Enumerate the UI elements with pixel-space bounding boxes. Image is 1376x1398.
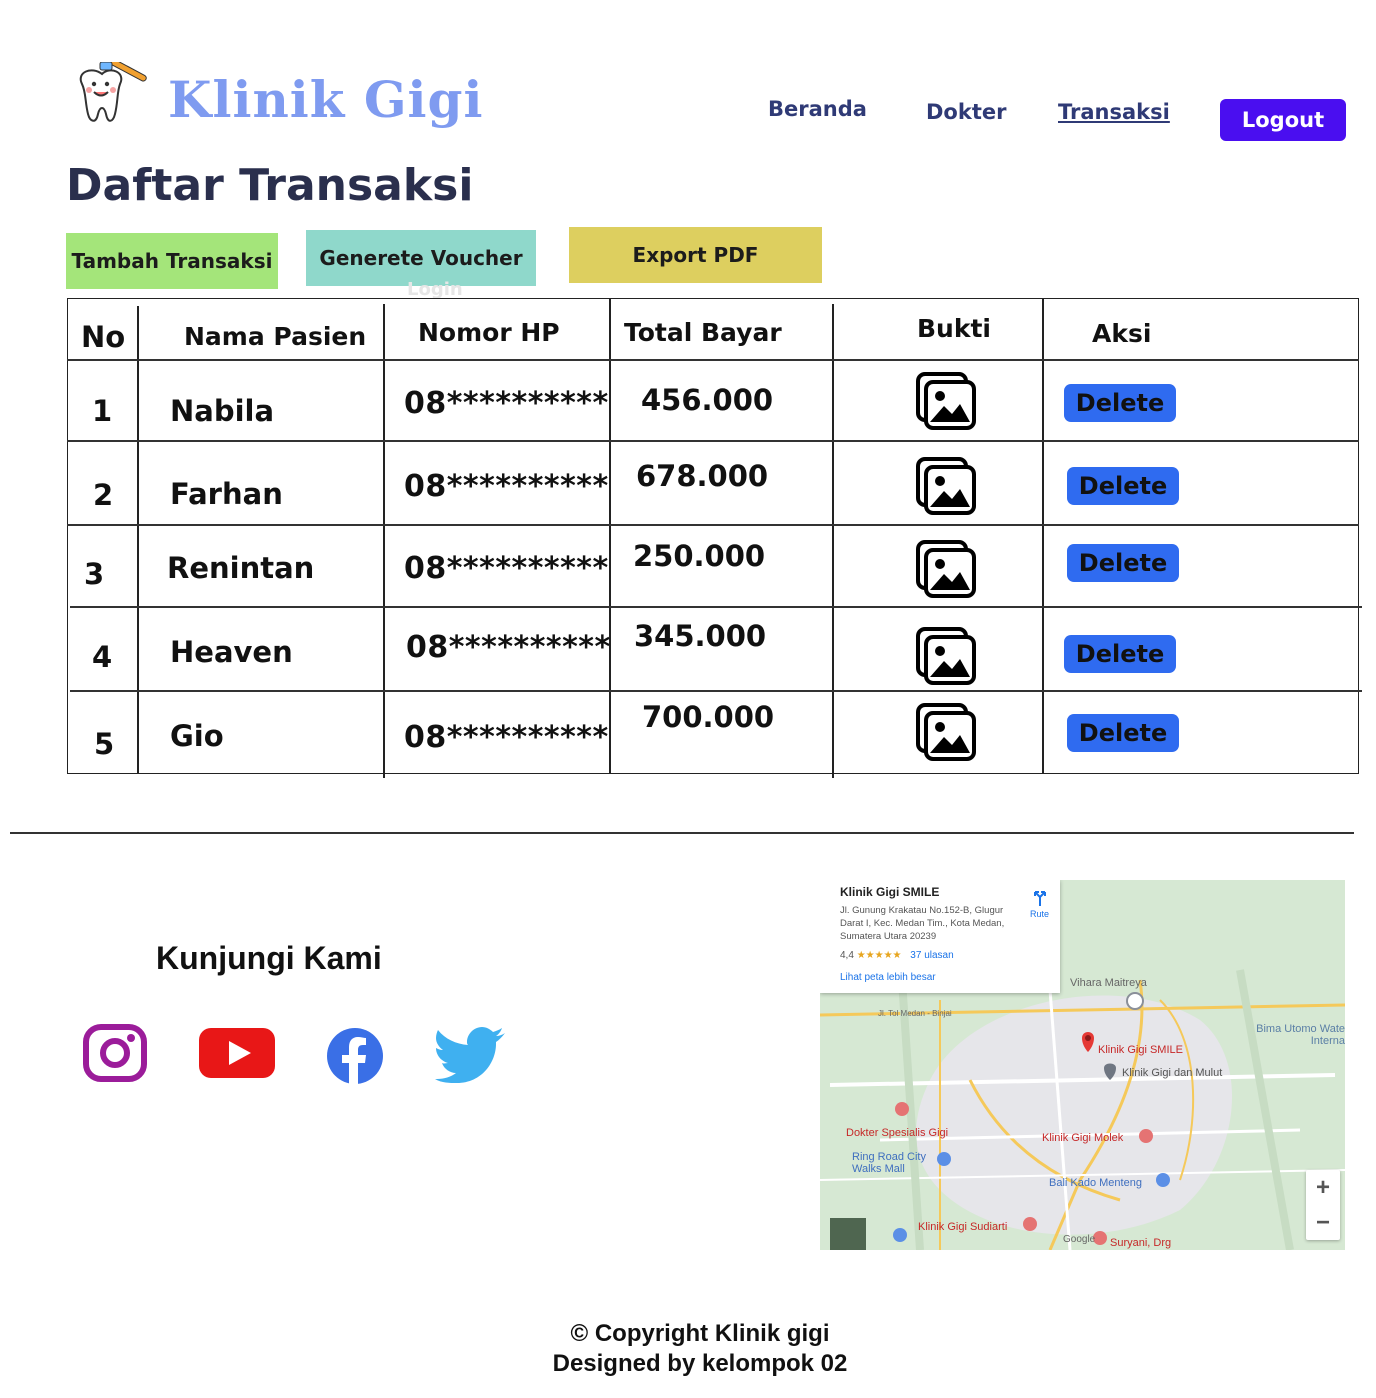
delete-button[interactable]: Delete <box>1067 467 1179 505</box>
row-number: 3 <box>84 557 105 591</box>
directions-icon[interactable] <box>1032 888 1048 910</box>
copyright-text: © Copyright Klinik gigi <box>570 1320 830 1347</box>
nav-transaksi[interactable]: Transaksi <box>1058 100 1170 124</box>
row-number: 1 <box>92 394 113 428</box>
facebook-icon[interactable] <box>326 1027 384 1089</box>
zoom-in-button[interactable]: + <box>1306 1170 1340 1205</box>
row-number: 4 <box>92 640 113 674</box>
image-proof-icon[interactable] <box>916 372 978 432</box>
place-info-card: Klinik Gigi SMILE Jl. Gunung Krakatau No… <box>820 880 1060 993</box>
header-action: Aksi <box>1092 319 1152 348</box>
patient-name: Heaven <box>170 635 293 669</box>
delete-button[interactable]: Delete <box>1064 635 1176 673</box>
tooth-logo-icon <box>70 57 150 130</box>
route-label[interactable]: Rute <box>1030 909 1049 919</box>
place-rating: 4,4 ★★★★★ 37 ulasan <box>840 950 954 961</box>
nav-beranda[interactable]: Beranda <box>768 97 867 121</box>
patient-name: Gio <box>170 719 224 753</box>
table-divider <box>67 524 1359 526</box>
visit-us-title: Kunjungi Kami <box>156 940 382 976</box>
map-label: Klinik Gigi dan Mulut <box>1122 1067 1223 1079</box>
larger-map-link[interactable]: Lihat peta lebih besar <box>840 972 936 983</box>
header-total: Total Bayar <box>624 318 782 347</box>
total-paid: 456.000 <box>641 383 774 417</box>
generate-voucher-button[interactable]: Generete Voucher <box>306 230 536 286</box>
location-map[interactable]: Klinik Gigi SMILE Jl. Gunung Krakatau No… <box>820 880 1345 1250</box>
reviews-link[interactable]: 37 ulasan <box>910 950 953 961</box>
table-divider <box>609 298 611 774</box>
table-divider <box>67 359 1359 361</box>
table-divider <box>70 606 1362 608</box>
place-name: Klinik Gigi SMILE <box>840 885 940 899</box>
map-label: Jl. Tol Medan - Binjai <box>878 1009 952 1018</box>
patient-name: Nabila <box>170 394 275 428</box>
total-paid: 678.000 <box>636 459 769 493</box>
table-divider <box>137 306 139 774</box>
twitter-icon[interactable] <box>435 1027 507 1087</box>
add-transaction-button[interactable]: Tambah Transaksi <box>66 233 278 289</box>
patient-phone: 08********** <box>404 551 609 586</box>
youtube-icon[interactable] <box>199 1028 277 1084</box>
table-divider <box>832 304 834 778</box>
footer-divider <box>10 832 1354 834</box>
image-proof-icon[interactable] <box>916 627 978 687</box>
map-label: Vihara Maitreya <box>1070 977 1147 989</box>
patient-name: Farhan <box>170 477 283 511</box>
patient-name: Renintan <box>167 551 315 585</box>
table-divider <box>67 440 1359 442</box>
map-label: Bali Kado Menteng <box>1049 1177 1142 1189</box>
table-divider <box>70 690 1362 692</box>
image-proof-icon[interactable] <box>916 457 978 517</box>
instagram-icon[interactable] <box>83 1024 149 1088</box>
map-zoom-control: + − <box>1306 1170 1340 1240</box>
patient-phone: 08********** <box>404 720 609 755</box>
table-divider <box>1042 298 1044 774</box>
brand-title: Klinik Gigi <box>168 70 484 129</box>
rating-value: 4,4 <box>840 950 854 961</box>
delete-button[interactable]: Delete <box>1067 714 1179 752</box>
image-proof-icon[interactable] <box>916 540 978 600</box>
rating-stars: ★★★★★ <box>856 950 902 961</box>
nav-dokter[interactable]: Dokter <box>926 100 1006 124</box>
designed-by-text: Designed by kelompok 02 <box>552 1350 848 1377</box>
zoom-out-button[interactable]: − <box>1306 1205 1340 1240</box>
patient-phone: 08********** <box>404 469 609 504</box>
map-label: Klinik Gigi Molek <box>1042 1132 1124 1144</box>
map-label: Dokter Spesialis Gigi <box>846 1127 949 1139</box>
total-paid: 250.000 <box>633 539 766 573</box>
delete-button[interactable]: Delete <box>1067 544 1179 582</box>
page-title: Daftar Transaksi <box>66 160 474 211</box>
patient-phone: 08********** <box>406 630 611 665</box>
map-label: Klinik Gigi Sudiarti <box>918 1221 1008 1233</box>
map-label: Ring Road City Walks Mall <box>852 1151 926 1175</box>
map-label: Klinik Gigi SMILE <box>1098 1044 1183 1056</box>
header-name: Nama Pasien <box>184 322 367 351</box>
map-label: Suryani, Drg <box>1110 1237 1172 1249</box>
google-logo: Google <box>1063 1234 1096 1245</box>
delete-button[interactable]: Delete <box>1064 384 1176 422</box>
header-proof: Bukti <box>917 314 991 343</box>
total-paid: 700.000 <box>642 700 775 734</box>
export-pdf-button[interactable]: Export PDF <box>569 227 822 283</box>
row-number: 5 <box>94 727 115 761</box>
place-address: Jl. Gunung Krakatau No.152-B, Glugur Dar… <box>840 905 1005 942</box>
header-phone: Nomor HP <box>418 318 560 347</box>
table-divider <box>383 304 385 778</box>
ghost-login-text: Login <box>407 279 463 300</box>
header-no: No <box>81 320 126 354</box>
map-label: Bima Utomo Wate Interna <box>1256 1023 1345 1047</box>
patient-phone: 08********** <box>404 386 609 421</box>
logout-button[interactable]: Logout <box>1220 99 1346 141</box>
image-proof-icon[interactable] <box>916 703 978 763</box>
total-paid: 345.000 <box>634 619 767 653</box>
row-number: 2 <box>93 478 114 512</box>
